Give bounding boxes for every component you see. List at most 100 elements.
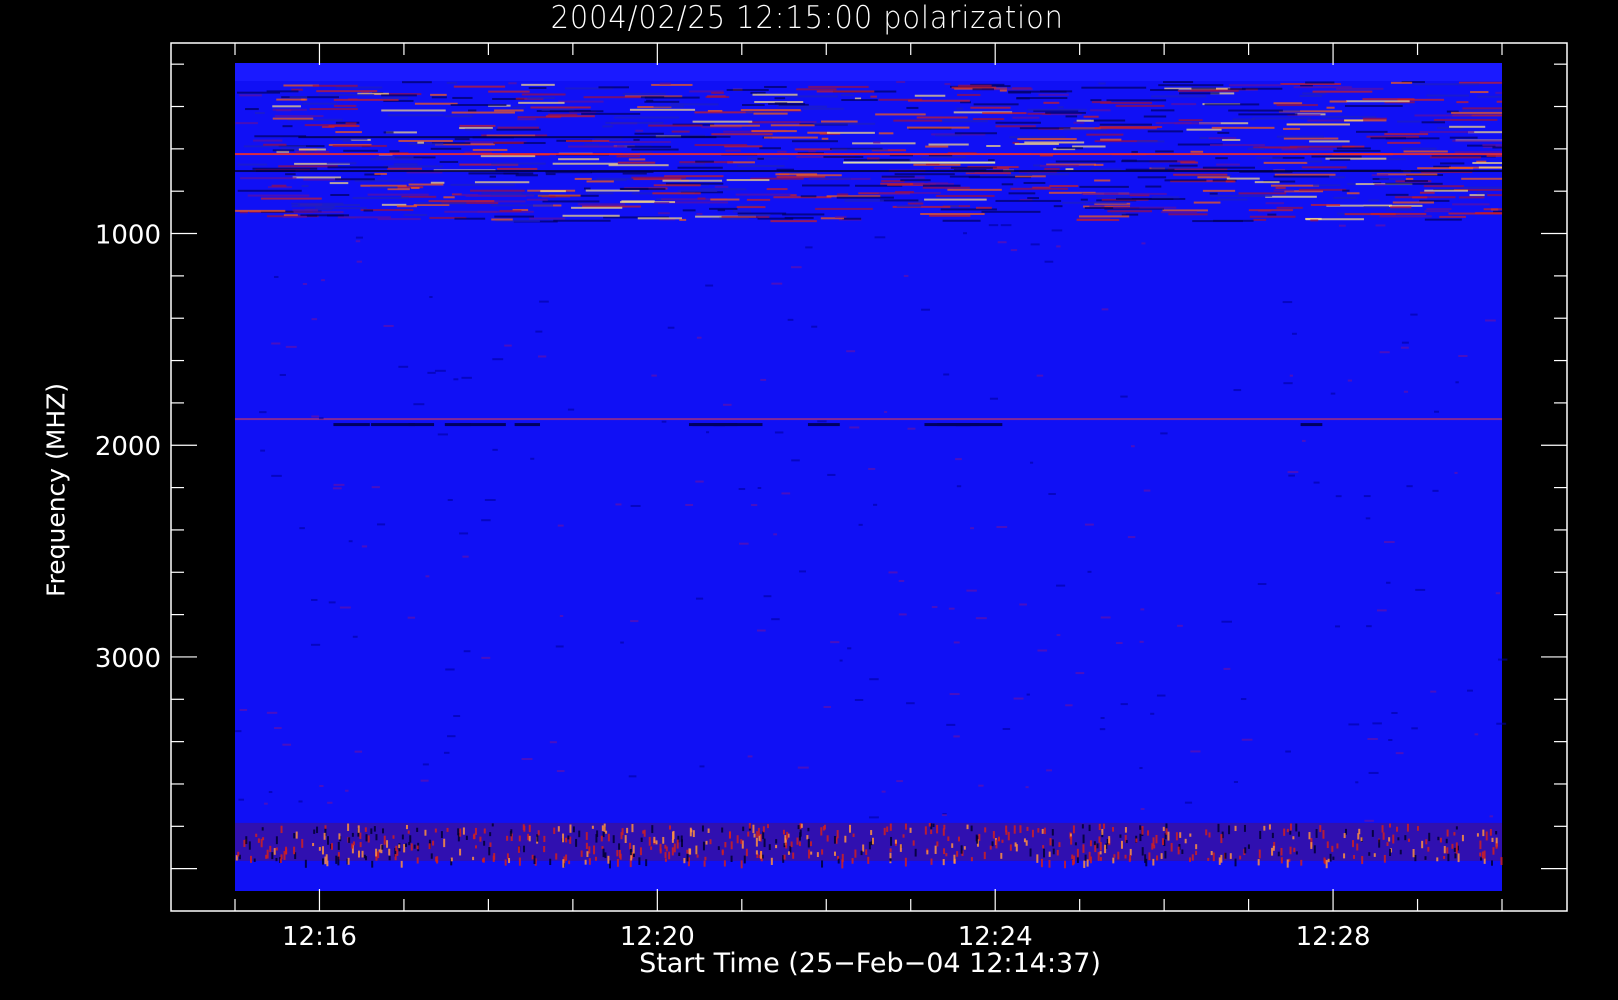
heatmap-speckle: [1184, 801, 1193, 804]
heatmap-streak: [1121, 159, 1137, 162]
feature-pixel: [868, 841, 871, 850]
feature-pixel: [1234, 858, 1237, 867]
heatmap-streak: [1209, 194, 1273, 197]
feature-pixel: [416, 845, 419, 850]
feature-pixel: [1329, 853, 1332, 862]
feature-pixel: [416, 827, 419, 832]
heatmap-streak: [298, 203, 360, 206]
heatmap-streak: [837, 193, 849, 196]
feature-pixel: [894, 839, 897, 844]
feature-pixel: [602, 848, 605, 858]
heatmap-streak: [1253, 218, 1267, 221]
heatmap-speckle: [921, 308, 930, 311]
heatmap-streak: [239, 94, 262, 97]
feature-pixel: [465, 835, 468, 840]
feature-pixel: [248, 841, 251, 850]
heatmap-streak: [770, 124, 815, 127]
heatmap-streak: [322, 125, 335, 128]
feature-pixel: [889, 852, 892, 859]
heatmap-streak: [1329, 158, 1351, 161]
heatmap-streak: [975, 206, 992, 209]
heatmap-speckle: [521, 758, 533, 761]
heatmap-speckle: [356, 260, 362, 263]
feature-pixel: [680, 835, 683, 842]
feature-pixel: [1414, 854, 1417, 862]
feature-pixel: [1353, 855, 1356, 859]
heatmap-streak: [1053, 205, 1063, 208]
heatmap-speckle: [539, 300, 549, 303]
feature-segment: [688, 423, 738, 427]
heatmap-speckle: [989, 397, 998, 400]
feature-pixel: [271, 852, 274, 860]
heatmap-streak: [928, 143, 969, 146]
heatmap-streak: [752, 93, 798, 96]
heatmap-speckle: [1087, 570, 1092, 573]
feature-pixel: [1495, 831, 1498, 835]
heatmap-streak: [553, 219, 611, 222]
feature-pixel: [1084, 854, 1087, 861]
feature-pixel: [508, 858, 511, 864]
feature-pixel: [413, 844, 416, 849]
heatmap-streak: [1472, 161, 1502, 164]
heatmap-streak: [935, 134, 962, 137]
heatmap-speckle: [1000, 224, 1012, 227]
heatmap-streak: [271, 184, 287, 187]
heatmap-streak: [521, 83, 555, 86]
heatmap-streak: [383, 165, 443, 168]
heatmap-streak: [995, 125, 1036, 128]
feature-pixel: [1283, 828, 1286, 836]
heatmap-line: [298, 136, 717, 139]
feature-pixel: [1289, 846, 1292, 855]
heatmap-streak: [1217, 131, 1230, 134]
feature-pixel: [992, 831, 995, 839]
heatmap-streak: [1027, 108, 1087, 111]
heatmap-streak: [696, 212, 703, 215]
heatmap-speckle: [1025, 786, 1029, 789]
feature-pixel: [1315, 829, 1318, 838]
feature-pixel: [616, 858, 619, 867]
feature-pixel: [364, 827, 367, 832]
heatmap-streak: [1248, 209, 1293, 212]
heatmap-speckle: [751, 504, 758, 507]
heatmap-streak: [1008, 192, 1036, 195]
feature-pixel: [1141, 847, 1144, 856]
heatmap-streak: [1228, 109, 1283, 112]
heatmap-speckle: [1160, 432, 1168, 435]
heatmap-streak: [662, 179, 723, 182]
feature-pixel: [1397, 837, 1400, 841]
heatmap-streak: [1301, 166, 1347, 169]
feature-pixel: [810, 851, 813, 855]
heatmap-streak: [387, 167, 423, 170]
heatmap-streak: [954, 132, 997, 135]
heatmap-streak: [821, 137, 829, 140]
feature-pixel: [936, 841, 939, 847]
feature-pixel: [1139, 833, 1142, 842]
heatmap-streak: [1439, 162, 1465, 165]
heatmap-speckle: [1367, 737, 1378, 740]
heatmap-streak: [602, 125, 613, 128]
feature-pixel: [618, 843, 621, 850]
heatmap-streak: [878, 132, 894, 135]
heatmap-speckle: [953, 641, 960, 644]
feature-pixel: [506, 835, 509, 841]
heatmap-streak: [1342, 145, 1365, 148]
heatmap-speckle: [1403, 390, 1409, 393]
heatmap-speckle: [1156, 694, 1166, 697]
feature-pixel: [488, 847, 491, 856]
heatmap-speckle: [738, 488, 746, 491]
heatmap-speckle: [484, 498, 496, 501]
heatmap-streak: [958, 84, 992, 87]
feature-pixel: [770, 857, 773, 865]
heatmap-streak: [1274, 173, 1336, 176]
heatmap-streak: [375, 156, 414, 159]
heatmap-streak: [301, 185, 309, 188]
feature-pixel: [650, 846, 653, 850]
heatmap-speckle: [787, 318, 794, 321]
heatmap-streak: [1263, 161, 1308, 164]
heatmap-streak: [870, 95, 877, 98]
heatmap-streak: [1057, 106, 1064, 109]
feature-pixel: [1479, 840, 1482, 850]
heatmap-speckle: [873, 503, 878, 506]
heatmap-streak: [816, 90, 875, 93]
feature-pixel: [1371, 830, 1374, 837]
